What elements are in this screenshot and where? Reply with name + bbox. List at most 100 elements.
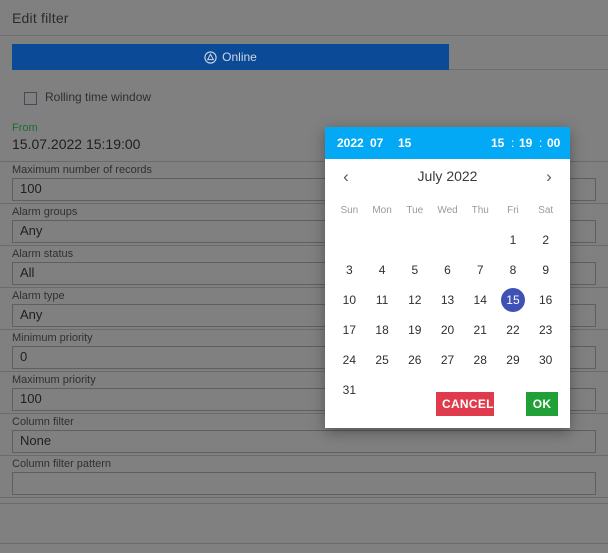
calendar-day[interactable]: 9 — [529, 255, 562, 285]
calendar-week-row: 24 25 26 27 28 29 30 — [333, 345, 562, 375]
header-colon-2: : — [539, 136, 543, 150]
calendar-day[interactable]: 1 — [497, 225, 530, 255]
field-label: Minimum priority — [12, 332, 93, 344]
next-month-icon[interactable]: › — [538, 166, 560, 188]
calendar-day-number: 26 — [408, 353, 422, 367]
calendar-day-number: 18 — [375, 323, 389, 337]
calendar-day[interactable]: 5 — [398, 255, 431, 285]
calendar-day[interactable]: 7 — [464, 255, 497, 285]
header-year[interactable]: 2022 — [337, 136, 364, 150]
calendar-day[interactable]: 12 — [398, 285, 431, 315]
field-label: Column filter pattern — [12, 458, 112, 470]
calendar-day-number: 2 — [542, 233, 550, 247]
calendar-week-row: 10 11 12 13 14 15 16 — [333, 285, 562, 315]
calendar-day-number: 25 — [375, 353, 389, 367]
page-title: Edit filter — [12, 10, 69, 26]
header-day[interactable]: 15 — [398, 136, 411, 150]
calendar-day-number: 14 — [473, 293, 487, 307]
calendar-day-number: 11 — [375, 293, 389, 307]
calendar-day[interactable]: 16 — [529, 285, 562, 315]
calendar-day[interactable]: 25 — [366, 345, 399, 375]
divider-line — [0, 543, 608, 544]
calendar-day[interactable]: 3 — [333, 255, 366, 285]
calendar-weekday: Wed — [437, 204, 458, 216]
divider-line — [0, 497, 608, 498]
tab-strip: Online — [0, 44, 608, 72]
calendar-day[interactable]: 19 — [398, 315, 431, 345]
header-hour[interactable]: 15 — [491, 136, 504, 150]
field-label: Maximum priority — [12, 374, 96, 386]
calendar-weekday: Sat — [538, 204, 554, 216]
field-value: Any — [20, 307, 43, 322]
field-value: 100 — [20, 181, 42, 196]
cancel-button[interactable]: CANCEL — [436, 392, 494, 416]
tab-strip-remainder — [449, 44, 608, 70]
datetime-picker-dialog: 2022 07 15 15 : 19 : 00 ‹ July 2022 › Su… — [325, 127, 570, 428]
calendar-day[interactable]: 4 — [366, 255, 399, 285]
calendar-day-number: 6 — [444, 263, 451, 277]
header-month[interactable]: 07 — [370, 136, 383, 150]
calendar-month-title[interactable]: July 2022 — [325, 168, 570, 184]
field-value: 0 — [20, 349, 28, 364]
header-minute[interactable]: 19 — [519, 136, 532, 150]
datetime-picker-header: 2022 07 15 15 : 19 : 00 — [325, 127, 570, 159]
calendar-day-number: 12 — [408, 293, 422, 307]
calendar-day[interactable]: 17 — [333, 315, 366, 345]
field-value: None — [20, 433, 52, 448]
tab-online[interactable]: Online — [12, 44, 449, 70]
calendar-day-number: 21 — [473, 323, 487, 337]
calendar-day-number: 30 — [538, 353, 553, 367]
calendar-day[interactable]: 29 — [497, 345, 530, 375]
calendar-day-number: 23 — [538, 323, 553, 337]
field-input[interactable] — [12, 430, 596, 453]
rolling-time-window-checkbox[interactable] — [24, 92, 37, 105]
window-titlebar: Edit filter — [0, 0, 608, 36]
calendar-day[interactable]: 18 — [366, 315, 399, 345]
calendar-day[interactable]: 24 — [333, 345, 366, 375]
calendar-week-row: 3 4 5 6 7 8 9 — [333, 255, 562, 285]
calendar-day[interactable]: 21 — [464, 315, 497, 345]
calendar-weekday: Thu — [471, 204, 489, 216]
calendar-day[interactable]: 23 — [529, 315, 562, 345]
field-label: Maximum number of records — [12, 164, 152, 176]
ok-button[interactable]: OK — [526, 392, 558, 416]
calendar-day[interactable]: 27 — [431, 345, 464, 375]
field-label: Column filter — [12, 416, 74, 428]
field-label: Alarm status — [12, 248, 74, 260]
field-input[interactable] — [12, 472, 596, 495]
calendar-day[interactable]: 26 — [398, 345, 431, 375]
rolling-time-window-row: Rolling time window — [0, 88, 608, 114]
calendar-weekday: Fri — [507, 204, 519, 216]
calendar-day-number: 29 — [506, 353, 520, 367]
calendar-day[interactable]: 14 — [464, 285, 497, 315]
calendar-day[interactable]: 6 — [431, 255, 464, 285]
calendar-day-number: 5 — [411, 263, 419, 277]
calendar-day[interactable]: 28 — [464, 345, 497, 375]
calendar-day-number: 17 — [342, 323, 357, 337]
calendar-day[interactable]: 2 — [529, 225, 562, 255]
field-value: Any — [20, 223, 43, 238]
calendar-day-selected: 15 — [500, 288, 525, 312]
calendar-day[interactable]: 13 — [431, 285, 464, 315]
calendar-day[interactable]: 30 — [529, 345, 562, 375]
calendar-day-number: 10 — [342, 293, 357, 307]
calendar-day-number: 1 — [509, 233, 517, 247]
calendar-day[interactable]: 11 — [366, 285, 399, 315]
calendar-day[interactable]: 22 — [497, 315, 530, 345]
calendar-day-number: 24 — [342, 353, 357, 367]
field-label: Alarm groups — [12, 206, 78, 218]
rolling-time-window-label: Rolling time window — [45, 90, 152, 104]
calendar-day[interactable]: 15 — [497, 285, 530, 315]
calendar-weekday-row: Sun Mon Tue Wed Thu Fri Sat — [333, 195, 562, 225]
header-second[interactable]: 00 — [547, 136, 560, 150]
filter-field-row: Column filter pattern — [0, 456, 608, 498]
divider-line — [0, 503, 608, 504]
calendar-day-number: 8 — [509, 263, 517, 277]
tab-online-label: Online — [222, 50, 257, 64]
calendar-nav: ‹ July 2022 › — [325, 159, 570, 195]
calendar-day-number: 22 — [506, 323, 520, 337]
calendar-day[interactable]: 8 — [497, 255, 530, 285]
field-value[interactable]: 15.07.2022 15:19:00 — [12, 136, 140, 152]
calendar-day[interactable]: 10 — [333, 285, 366, 315]
calendar-day[interactable]: 20 — [431, 315, 464, 345]
